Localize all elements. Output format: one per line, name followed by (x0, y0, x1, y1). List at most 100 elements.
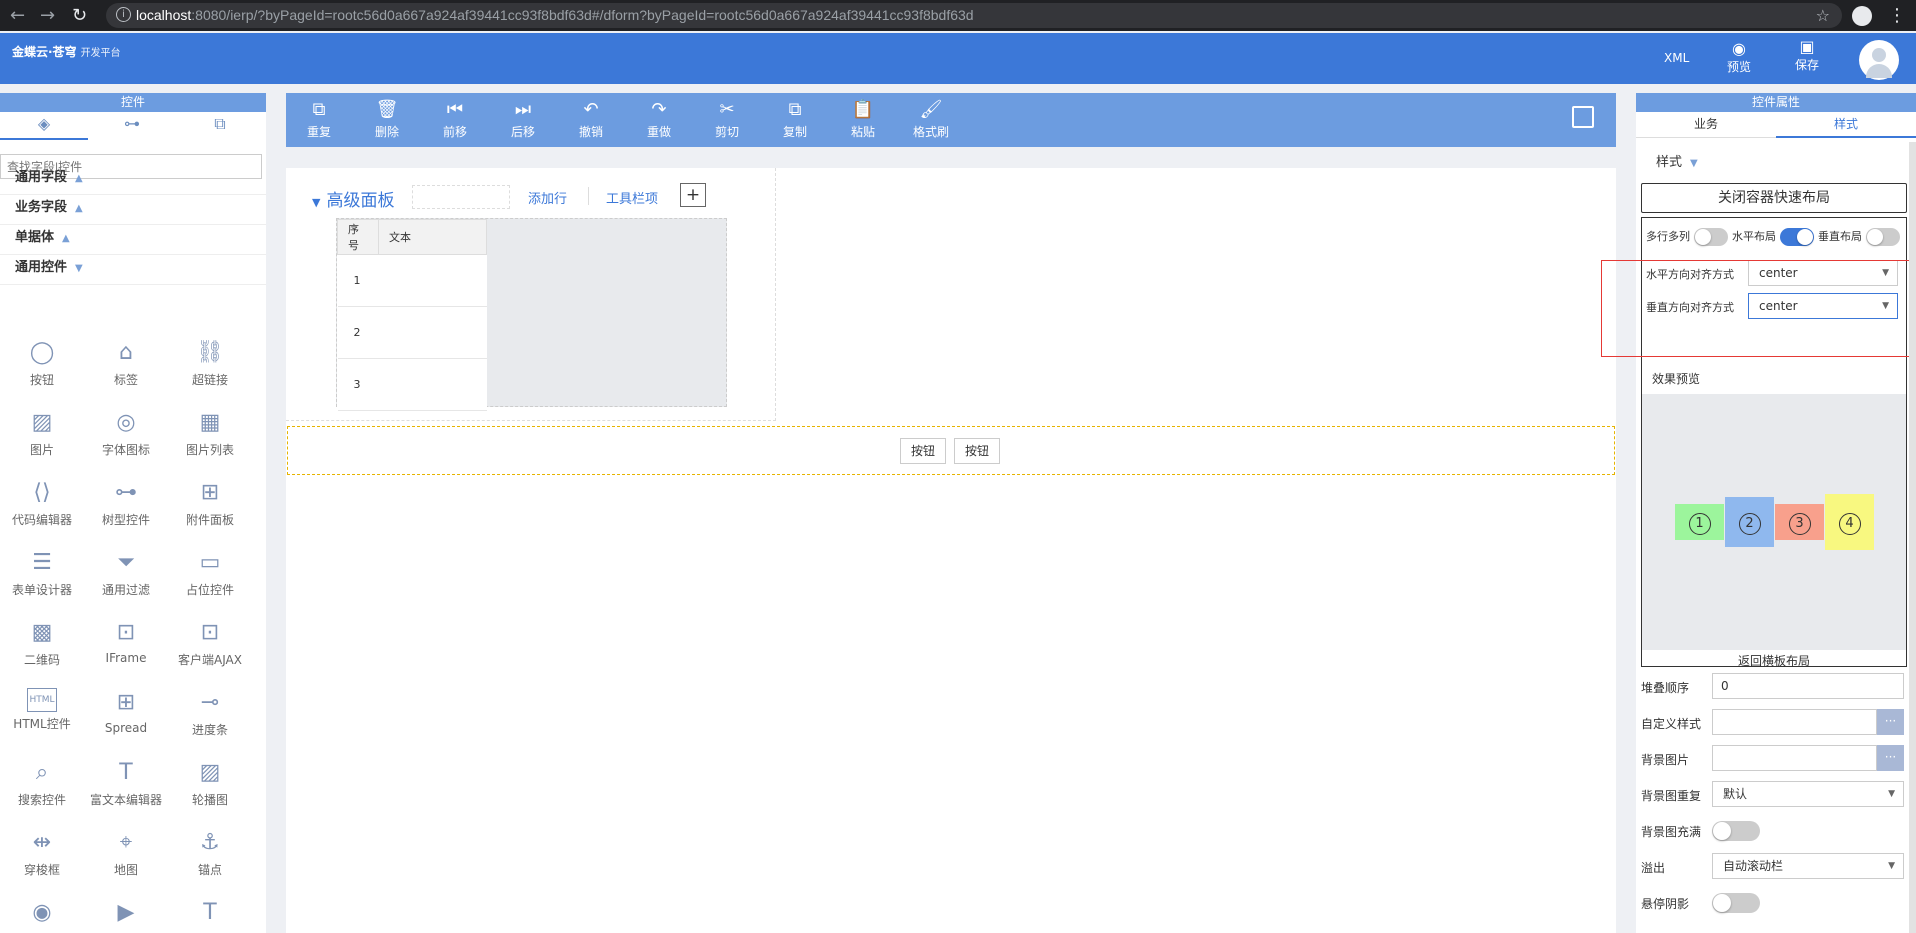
move-forward-button[interactable]: ⏮ 前移 (428, 99, 482, 140)
horizontal-layout-toggle[interactable] (1780, 228, 1814, 246)
address-bar[interactable]: i localhost:8080/ierp/?byPageId=rootc56d… (106, 3, 1842, 28)
cut-button[interactable]: ✂ 剪切 (700, 99, 754, 140)
control-item[interactable]: ◉ (0, 898, 84, 931)
control-item[interactable]: ⊡ IFrame (84, 618, 168, 665)
template-tab-icon[interactable]: ⧉ (176, 112, 264, 138)
multi-row-toggle[interactable] (1694, 228, 1728, 246)
control-label: 富文本编辑器 (89, 793, 162, 807)
back-to-horizontal-link[interactable]: 返回横板布局 (1642, 652, 1906, 669)
control-item[interactable]: ▨ 轮播图 (168, 758, 252, 808)
preview-button[interactable]: ◉ 预览 (1724, 40, 1754, 75)
tab-style[interactable]: 样式 (1776, 112, 1916, 138)
control-item[interactable]: ⊡ 客户端AJAX (168, 618, 252, 668)
table-row[interactable]: 2 (337, 306, 487, 359)
canvas-button-1[interactable]: 按钮 (900, 438, 947, 464)
z-index-input[interactable]: 0 (1712, 673, 1904, 699)
control-item[interactable]: ⟨⟩ 代码编辑器 (0, 478, 84, 528)
entry-grid[interactable]: 序号 文本 123 (336, 218, 727, 411)
profile-icon[interactable] (1852, 6, 1872, 26)
more-icon[interactable]: ··· (1877, 745, 1904, 771)
audio-icon: ◉ (32, 900, 52, 925)
properties-scrollbar[interactable] (1909, 142, 1916, 933)
category-label: 通用控件 (15, 260, 68, 275)
controls-panel-title: 控件 (0, 93, 266, 112)
avatar[interactable] (1859, 40, 1899, 80)
back-icon[interactable]: ← (10, 0, 25, 31)
control-item[interactable]: T 富文本编辑器 (84, 758, 168, 808)
row-text-cell[interactable] (378, 254, 487, 307)
control-item[interactable]: ⊶ 树型控件 (84, 478, 168, 528)
panel-title-field[interactable] (412, 185, 510, 209)
category-label: 业务字段 (15, 200, 68, 215)
grid-header[interactable]: 文本 (378, 219, 487, 255)
control-item[interactable]: ⇹ 穿梭框 (0, 828, 84, 878)
bookmark-star-icon[interactable]: ☆ (1816, 3, 1830, 28)
add-toolbar-item-button[interactable]: + (680, 183, 706, 207)
design-canvas[interactable]: ▼ 高级面板 添加行 工具栏项 + 序号 文本 123 按钮 按钮 (286, 168, 1616, 933)
control-item[interactable]: ⚓ 锚点 (168, 828, 252, 878)
control-item[interactable]: ⏷ 通用过滤 (84, 548, 168, 598)
control-item[interactable]: ☰ 表单设计器 (0, 548, 84, 598)
control-item[interactable]: ⌖ 地图 (84, 828, 168, 878)
chevron-down-icon: ▼ (75, 263, 83, 274)
control-item[interactable]: T (168, 898, 252, 931)
control-item[interactable]: ⌕ 搜索控件 (0, 758, 84, 808)
copy-button[interactable]: ⧉ 复制 (768, 99, 822, 140)
style-section-header[interactable]: 样式 ▼ (1656, 151, 1698, 170)
control-item[interactable]: ▨ 图片 (0, 408, 84, 458)
control-item[interactable]: ▭ 占位控件 (168, 548, 252, 598)
control-item[interactable]: ▩ 二维码 (0, 618, 84, 668)
prop-input[interactable] (1712, 745, 1877, 771)
save-button[interactable]: ▣ 保存 (1792, 38, 1822, 73)
control-item[interactable]: HTML HTML控件 (0, 688, 84, 732)
paste-button[interactable]: 📋 粘贴 (836, 99, 890, 140)
advanced-panel-title[interactable]: ▼ 高级面板 (312, 186, 394, 211)
control-item[interactable]: ⊞ Spread (84, 688, 168, 735)
table-row[interactable]: 1 (337, 254, 487, 307)
move-backward-button[interactable]: ⏭ 后移 (496, 99, 550, 140)
more-icon[interactable]: ··· (1877, 709, 1904, 735)
collapse-icon[interactable]: ▼ (312, 196, 320, 209)
hierarchy-tab-icon[interactable]: ⊶ (88, 112, 176, 138)
control-item[interactable]: ⊞ 附件面板 (168, 478, 252, 528)
toolbar-item-link[interactable]: 工具栏项 (606, 188, 658, 207)
fullscreen-icon[interactable] (1572, 106, 1594, 128)
browser-menu-icon[interactable]: ⋮ (1888, 0, 1906, 31)
reload-icon[interactable]: ↻ (72, 0, 87, 31)
control-label: 表单设计器 (11, 583, 72, 597)
control-item[interactable]: ▶ (84, 898, 168, 931)
site-info-icon[interactable]: i (116, 7, 131, 22)
vertical-layout-toggle[interactable] (1866, 228, 1900, 246)
prop-toggle[interactable] (1712, 893, 1760, 913)
layers-tab-icon[interactable]: ◈ (0, 112, 88, 140)
prop-input[interactable] (1712, 709, 1877, 735)
control-item[interactable]: ◎ 字体图标 (84, 408, 168, 458)
grid-header[interactable]: 序号 (337, 219, 379, 255)
control-item[interactable]: ▦ 图片列表 (168, 408, 252, 458)
canvas-button-2[interactable]: 按钮 (954, 438, 1001, 464)
add-row-link[interactable]: 添加行 (528, 188, 567, 207)
close-quick-layout-button[interactable]: 关闭容器快速布局 (1641, 183, 1907, 213)
control-label: 进度条 (191, 723, 228, 737)
row-text-cell[interactable] (378, 306, 487, 359)
prop-toggle[interactable] (1712, 821, 1760, 841)
undo-button[interactable]: ↶ 撤销 (564, 99, 618, 140)
redo-button[interactable]: ↷ 重做 (632, 99, 686, 140)
tab-business[interactable]: 业务 (1636, 112, 1776, 136)
table-row[interactable]: 3 (337, 358, 487, 411)
xml-button[interactable]: XML (1664, 51, 1689, 65)
format-brush-button[interactable]: 🖌 格式刷 (904, 99, 958, 140)
prop-select[interactable]: 默认 ▼ (1712, 781, 1904, 807)
prop-select[interactable]: 自动滚动栏 ▼ (1712, 853, 1904, 879)
control-item[interactable]: ⌂ 标签 (84, 338, 168, 388)
control-item[interactable]: ⊸ 进度条 (168, 688, 252, 738)
button-container[interactable]: 按钮 按钮 (287, 426, 1615, 475)
control-item[interactable]: ◯ 按钮 (0, 338, 84, 388)
forward-icon[interactable]: → (40, 0, 55, 31)
delete-button[interactable]: 🗑 删除 (360, 99, 414, 140)
preview-label: 预览 (1726, 60, 1751, 74)
row-text-cell[interactable] (378, 358, 487, 411)
control-item[interactable]: ⛓ 超链接 (168, 338, 252, 388)
duplicate-button[interactable]: ⧉ 重复 (292, 99, 346, 140)
category-3[interactable]: 通用控件 ▼ (0, 250, 266, 285)
